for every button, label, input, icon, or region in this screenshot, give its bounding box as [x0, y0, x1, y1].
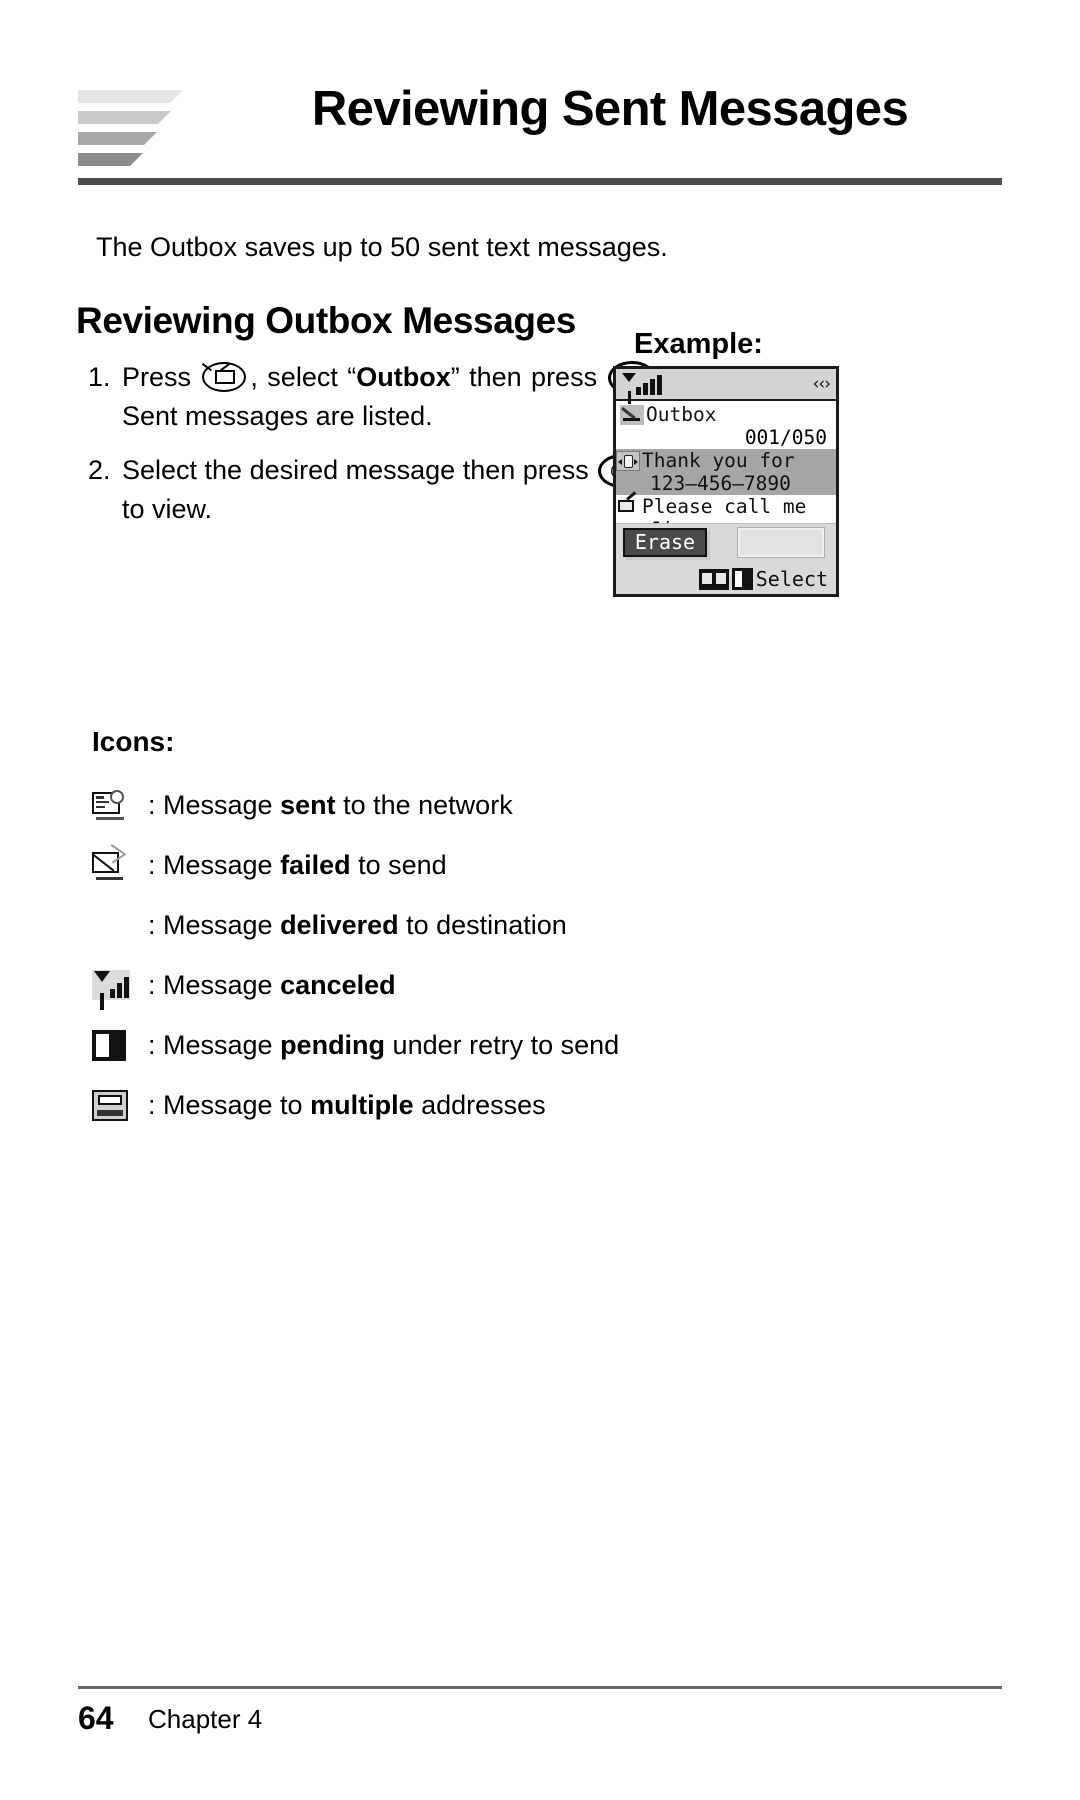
icon-cell	[92, 844, 148, 880]
data-arrows-icon: ‹‹›	[812, 374, 831, 394]
page-header: Reviewing Sent Messages	[78, 82, 1002, 176]
page-number: 64	[78, 1700, 114, 1736]
icon-desc-prefix: : Message to	[148, 1089, 311, 1120]
step-number: 1.	[88, 362, 111, 392]
list-item: : Message canceled	[92, 955, 872, 1015]
example-label: Example:	[634, 328, 763, 360]
step1-bold: Outbox	[356, 362, 451, 392]
footer-divider	[78, 1686, 1002, 1689]
signal-bars-icon	[621, 373, 662, 404]
steps-list: 1. Press , select “Outbox” then press . …	[88, 358, 668, 545]
icon-description: : Message pending under retry to send	[148, 1029, 619, 1061]
navigation-pad-icon	[616, 450, 640, 471]
list-item: : Message to multiple addresses	[92, 1075, 872, 1135]
list-item: : Message sent to the network	[92, 775, 872, 835]
page-title: Reviewing Sent Messages	[311, 82, 909, 136]
step-item: 2. Select the desired message then press…	[88, 451, 668, 528]
icon-desc-bold: multiple	[310, 1089, 414, 1120]
manual-page: Reviewing Sent Messages The Outbox saves…	[0, 0, 1080, 1800]
icon-desc-prefix: : Message	[148, 909, 281, 940]
icon-desc-bold: failed	[280, 849, 351, 880]
icon-desc-suffix: addresses	[413, 1089, 546, 1120]
envelope-key-icon	[202, 362, 248, 394]
pending-square-icon	[731, 568, 753, 590]
lcd-softkey-bar: Erase Select	[616, 523, 836, 594]
message-failed-icon	[92, 844, 127, 880]
step-text: Press , select “Outbox” then press . Sen…	[122, 358, 668, 435]
lcd-message-counter: 001/050	[744, 426, 827, 449]
intro-paragraph: The Outbox saves up to 50 sent text mess…	[96, 232, 668, 262]
book-icon	[698, 568, 729, 590]
message-pending-icon	[92, 1029, 126, 1061]
icon-desc-bold: pending	[280, 1029, 386, 1060]
phone-screen-mockup: ‹‹› Outbox 001/050 Thank you for 123–456…	[613, 366, 839, 597]
icon-desc-suffix: to the network	[335, 789, 513, 820]
icons-section-heading: Icons:	[92, 726, 175, 757]
section-heading: Reviewing Outbox Messages	[76, 300, 576, 341]
select-softkey-group[interactable]: Select	[698, 567, 828, 591]
lcd-folder-title-row: Outbox	[616, 403, 836, 426]
icon-desc-bold: canceled	[280, 969, 396, 1000]
icon-description: : Message delivered to destination	[148, 909, 567, 941]
icon-desc-prefix: : Message	[148, 1029, 281, 1060]
list-item: : Message delivered to destination	[92, 895, 872, 955]
icon-cell	[92, 790, 148, 820]
step2-post: to view.	[122, 494, 213, 525]
stacked-bars-icon	[78, 90, 196, 168]
list-item: : Message failed to send	[92, 835, 872, 895]
step-item: 1. Press , select “Outbox” then press . …	[88, 358, 668, 435]
icon-desc-bold: delivered	[280, 909, 399, 940]
lcd-message-row[interactable]: Thank you for	[616, 449, 836, 472]
step1-mid2: ” then press	[450, 362, 598, 392]
pen-outbox-icon	[620, 404, 644, 425]
icon-desc-suffix: to destination	[398, 909, 567, 940]
icon-desc-suffix: under retry to send	[385, 1029, 620, 1060]
icon-description: : Message to multiple addresses	[148, 1089, 546, 1121]
chapter-label: Chapter 4	[148, 1704, 263, 1734]
lcd-message-row[interactable]: Please call me	[616, 495, 836, 518]
message-sent-icon	[616, 496, 640, 517]
message-multiple-icon	[92, 1089, 128, 1121]
icon-cell	[92, 1029, 148, 1061]
icon-description: : Message sent to the network	[148, 789, 513, 821]
step-number: 2.	[88, 455, 111, 486]
step2-pre: Select the desired message then press	[122, 455, 589, 486]
erase-softkey[interactable]: Erase	[623, 528, 707, 557]
lcd-folder-title: Outbox	[646, 403, 717, 426]
icon-cell	[92, 1089, 148, 1121]
icon-desc-suffix: to send	[350, 849, 447, 880]
icon-description: : Message failed to send	[148, 849, 447, 881]
signal-bars-icon	[92, 970, 130, 1010]
icon-description: : Message canceled	[148, 969, 396, 1001]
list-item: : Message pending under retry to send	[92, 1015, 872, 1075]
icon-cell	[92, 970, 148, 1010]
icon-desc-prefix: : Message	[148, 789, 281, 820]
step1-pre: Press	[122, 362, 192, 392]
message-sent-icon	[92, 790, 126, 820]
icons-legend-list: : Message sent to the network : Message …	[92, 775, 872, 1135]
lcd-message-line1: Thank you for	[642, 449, 795, 472]
step1-mid: , select “	[250, 362, 357, 392]
icon-desc-bold: sent	[280, 789, 336, 820]
icon-desc-prefix: : Message	[148, 849, 281, 880]
lcd-message-line1: Please call me	[642, 495, 807, 518]
select-softkey-label: Select	[755, 567, 828, 591]
step-text: Select the desired message then press to…	[122, 451, 668, 528]
lcd-message-subline: 123–456–7890	[616, 472, 836, 495]
icon-desc-prefix: : Message	[148, 969, 281, 1000]
right-softkey[interactable]	[737, 527, 825, 558]
header-divider	[78, 178, 1002, 185]
lcd-status-bar: ‹‹›	[616, 369, 836, 404]
